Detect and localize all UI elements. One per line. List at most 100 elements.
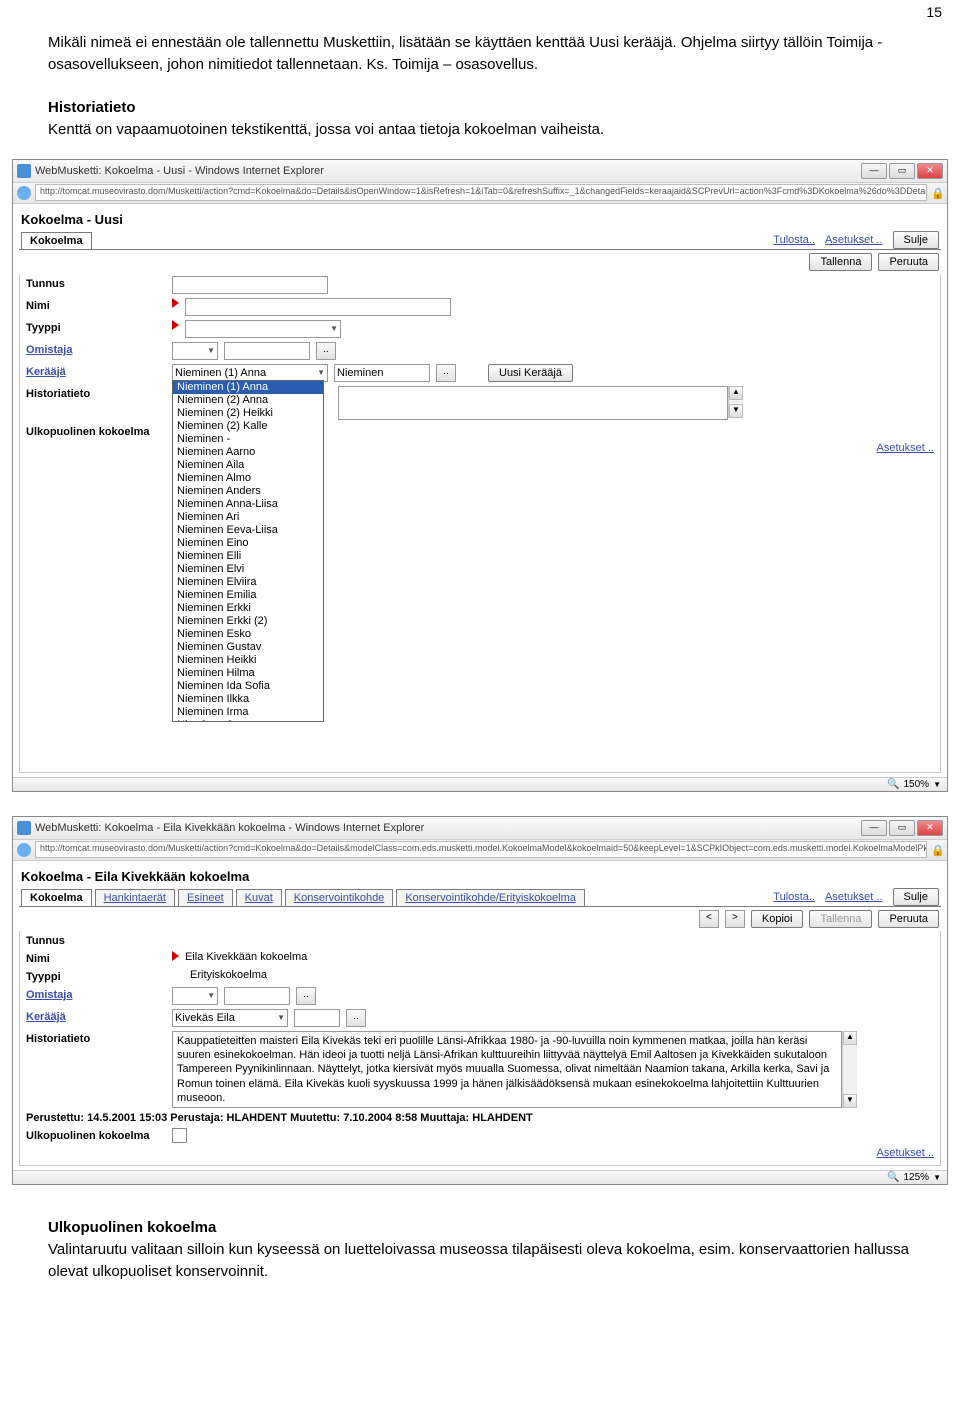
keraaja-lookup-button[interactable]: .. [436, 364, 456, 382]
dropdown-option[interactable]: Nieminen (2) Heikki [173, 407, 323, 420]
tallenna-button: Tallenna [809, 910, 872, 928]
dropdown-option[interactable]: Nieminen Elvi [173, 563, 323, 576]
next-record-button[interactable]: > [725, 910, 745, 928]
tab-hankintaerat[interactable]: Hankintaerät [95, 889, 175, 906]
omistaja-prefix-dropdown[interactable]: ▼ [172, 342, 218, 360]
textarea-scrollbar[interactable]: ▲ ▼ [842, 1031, 857, 1108]
link-asetukset[interactable]: Asetukset .. [825, 891, 882, 903]
label-tyyppi: Tyyppi [26, 969, 166, 983]
historiatieto-textarea[interactable] [338, 386, 728, 420]
dropdown-option[interactable]: Nieminen (1) Anna [173, 381, 323, 394]
url-field[interactable]: http://tomcat.museovirasto.dom/Musketti/… [35, 184, 927, 201]
dropdown-option[interactable]: Nieminen Gustav [173, 641, 323, 654]
dropdown-option[interactable]: Nieminen Eino [173, 537, 323, 550]
tunnus-input[interactable] [172, 276, 328, 294]
dropdown-option[interactable]: Nieminen Elli [173, 550, 323, 563]
dropdown-option[interactable]: Nieminen Esko [173, 628, 323, 641]
dropdown-option[interactable]: Nieminen (2) Anna [173, 394, 323, 407]
kopioi-button[interactable]: Kopioi [751, 910, 804, 928]
maximize-button[interactable]: ▭ [889, 820, 915, 836]
scroll-down-icon[interactable]: ▼ [729, 404, 743, 418]
label-keraaja[interactable]: Kerääjä [26, 1009, 166, 1023]
zoom-icon: 🔍 [887, 779, 899, 790]
historiatieto-textarea[interactable]: Kauppatieteitten maisteri Eila Kivekäs t… [172, 1031, 842, 1108]
dropdown-option[interactable]: Nieminen (2) Kalle [173, 420, 323, 433]
back-button-icon[interactable] [17, 186, 31, 200]
link-asetukset[interactable]: Asetukset .. [825, 234, 882, 246]
url-field[interactable]: http://tomcat.museovirasto.dom/Musketti/… [35, 841, 927, 858]
dropdown-option[interactable]: Nieminen Irma [173, 706, 323, 719]
omistaja-prefix-dropdown[interactable]: ▼ [172, 987, 218, 1005]
required-flag-icon [172, 298, 179, 308]
dropdown-option[interactable]: Nieminen Anna-Liisa [173, 498, 323, 511]
dropdown-option[interactable]: Nieminen Almo [173, 472, 323, 485]
minimize-button[interactable]: — [861, 820, 887, 836]
keraaja-lookup-button[interactable]: .. [346, 1009, 366, 1027]
dropdown-option[interactable]: Nieminen Erkki (2) [173, 615, 323, 628]
zoom-level[interactable]: 125% [904, 1172, 930, 1183]
maximize-button[interactable]: ▭ [889, 163, 915, 179]
omistaja-lookup-button[interactable]: .. [316, 342, 336, 360]
required-flag-icon [172, 951, 179, 961]
keraaja-dropdown-list[interactable]: Nieminen (1) AnnaNieminen (2) AnnaNiemin… [172, 380, 324, 722]
link-tulosta[interactable]: Tulosta.. [773, 234, 815, 246]
label-ulkopuolinen: Ulkopuolinen kokoelma [26, 1128, 166, 1142]
scroll-up-icon[interactable]: ▲ [729, 386, 743, 400]
omistaja-input[interactable] [224, 342, 310, 360]
sulje-button[interactable]: Sulje [893, 888, 939, 906]
dropdown-option[interactable]: Nieminen Heikki [173, 654, 323, 667]
sulje-button[interactable]: Sulje [893, 231, 939, 249]
dropdown-option[interactable]: Nieminen Eeva-Liisa [173, 524, 323, 537]
zoom-level[interactable]: 150% [904, 779, 930, 790]
kerap-dropdown[interactable]: Kivekäs Eila▼ [172, 1009, 288, 1027]
dropdown-option[interactable]: Nieminen Anders [173, 485, 323, 498]
dropdown-option[interactable]: Nieminen Aila [173, 459, 323, 472]
ulkopuolinen-checkbox[interactable] [172, 1128, 187, 1143]
tallenna-button[interactable]: Tallenna [809, 253, 872, 271]
dropdown-option[interactable]: Nieminen Aarno [173, 446, 323, 459]
tab-konservointi-erityis[interactable]: Konservointikohde/Erityiskokoelma [396, 889, 585, 906]
peruuta-button[interactable]: Peruuta [878, 253, 939, 271]
keraaja-input[interactable] [294, 1009, 340, 1027]
dropdown-option[interactable]: Nieminen Elviira [173, 576, 323, 589]
zoom-dropdown-icon[interactable]: ▼ [933, 780, 941, 789]
omistaja-input[interactable] [224, 987, 290, 1005]
tyyppi-dropdown[interactable]: ▼ [185, 320, 341, 338]
scroll-down-icon[interactable]: ▼ [843, 1094, 857, 1108]
dropdown-option[interactable]: Nieminen - [173, 433, 323, 446]
titlebar: WebMusketti: Kokoelma - Eila Kivekkään k… [13, 817, 947, 840]
textarea-scrollbar[interactable]: ▲ ▼ [728, 386, 743, 418]
close-button[interactable]: ✕ [917, 820, 943, 836]
dropdown-option[interactable]: Nieminen Janne [173, 719, 323, 722]
tab-kokoelma[interactable]: Kokoelma [21, 232, 92, 249]
label-omistaja[interactable]: Omistaja [26, 987, 166, 1001]
dropdown-option[interactable]: Nieminen Ari [173, 511, 323, 524]
omistaja-lookup-button[interactable]: .. [296, 987, 316, 1005]
required-flag-icon [172, 320, 179, 330]
label-keraaja[interactable]: Kerääjä [26, 364, 166, 378]
tab-esineet[interactable]: Esineet [178, 889, 233, 906]
link-tulosta[interactable]: Tulosta.. [773, 891, 815, 903]
tab-kuvat[interactable]: Kuvat [236, 889, 282, 906]
label-ulkopuolinen: Ulkopuolinen kokoelma [26, 424, 166, 438]
dropdown-option[interactable]: Nieminen Hilma [173, 667, 323, 680]
back-button-icon[interactable] [17, 843, 31, 857]
tab-konservointikohde[interactable]: Konservointikohde [285, 889, 394, 906]
dropdown-option[interactable]: Nieminen Ilkka [173, 693, 323, 706]
tab-kokoelma[interactable]: Kokoelma [21, 889, 92, 906]
nimi-input[interactable] [185, 298, 451, 316]
scroll-up-icon[interactable]: ▲ [843, 1031, 857, 1045]
link-asetukset-bottom[interactable]: Asetukset .. [877, 1147, 934, 1159]
label-omistaja[interactable]: Omistaja [26, 342, 166, 356]
dropdown-option[interactable]: Nieminen Emilia [173, 589, 323, 602]
zoom-dropdown-icon[interactable]: ▼ [933, 1173, 941, 1182]
dropdown-option[interactable]: Nieminen Erkki [173, 602, 323, 615]
close-button[interactable]: ✕ [917, 163, 943, 179]
dropdown-option[interactable]: Nieminen Ida Sofia [173, 680, 323, 693]
peruuta-button[interactable]: Peruuta [878, 910, 939, 928]
uusi-keraaja-button[interactable]: Uusi Kerääjä [488, 364, 573, 382]
prev-record-button[interactable]: < [699, 910, 719, 928]
minimize-button[interactable]: — [861, 163, 887, 179]
keraaja-filter-input[interactable] [334, 364, 430, 382]
link-asetukset-bottom[interactable]: Asetukset .. [877, 442, 934, 454]
